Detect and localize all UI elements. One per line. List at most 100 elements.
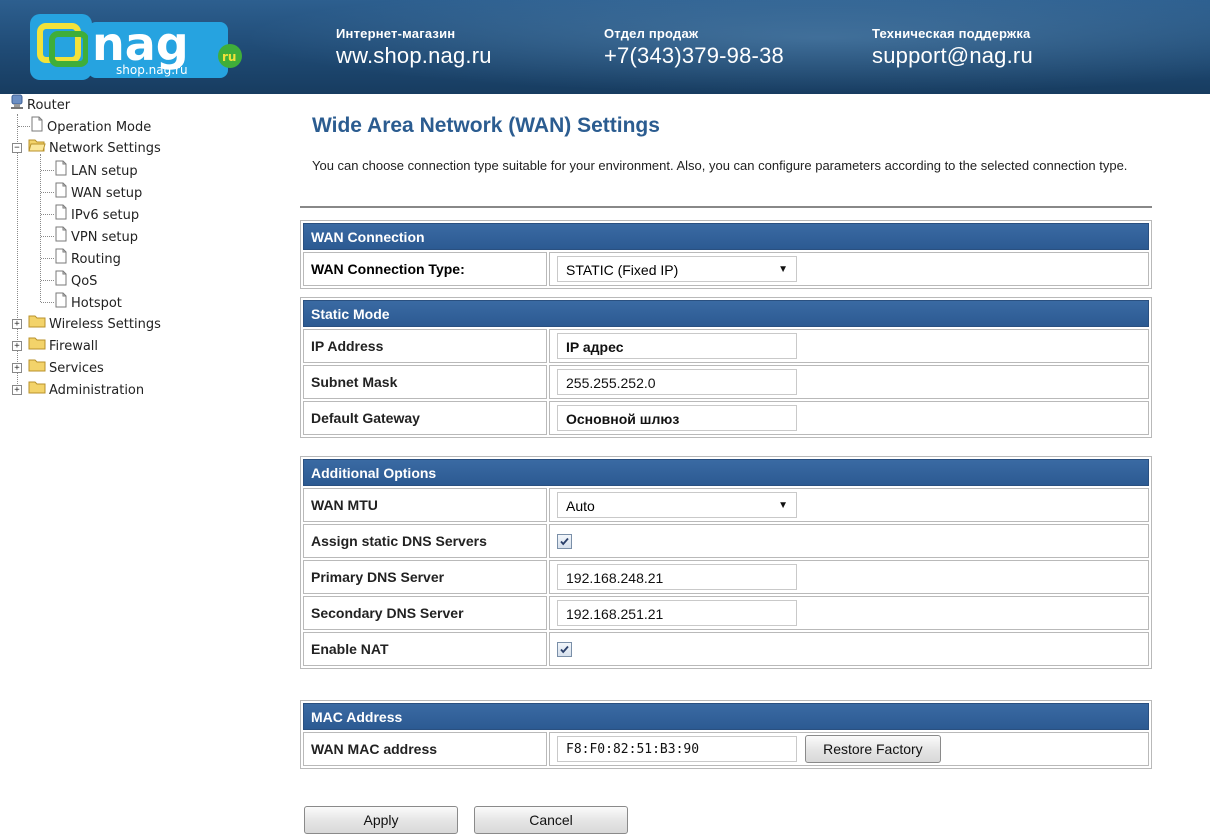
subnet-mask-label: Subnet Mask [303,365,547,399]
banner-shop: Интернет-магазин ww.shop.nag.ru [336,26,492,69]
wan-mtu-cell: Auto ▼ [549,488,1149,522]
enable-nat-label: Enable NAT [303,632,547,666]
tree-hline [18,126,30,127]
restore-factory-button[interactable]: Restore Factory [804,735,941,763]
assign-dns-cell [549,524,1149,558]
tree-expand-administration[interactable]: + [12,385,22,395]
banner-support-label: Техническая поддержка [872,26,1031,41]
tree-expand-services[interactable]: + [12,363,22,373]
select-value: STATIC (Fixed IP) [566,262,679,278]
tree-item-qos[interactable]: QoS [54,270,97,290]
folder-open-icon [28,138,46,159]
wan-connection-section: WAN Connection WAN Connection Type: STAT… [300,220,1152,289]
assign-dns-checkbox[interactable] [557,534,572,550]
wan-mac-cell: F8:F0:82:51:B3:90 Restore Factory [549,732,1149,766]
page-icon [30,116,44,139]
cancel-button[interactable]: Cancel [474,806,628,834]
tree-item-hotspot[interactable]: Hotspot [54,292,122,312]
additional-options-section: Additional Options WAN MTU Auto ▼ Assign… [300,456,1152,669]
tree-expand-firewall[interactable]: + [12,341,22,351]
tree-item-label: LAN setup [71,163,138,179]
secondary-dns-input[interactable]: 192.168.251.21 [557,600,797,626]
wan-connection-type-cell: STATIC (Fixed IP) ▼ [549,252,1149,286]
section-header: WAN Connection [303,223,1149,250]
tree-item-lan-setup[interactable]: LAN setup [54,160,138,180]
tree-hline [41,192,54,193]
tree-item-label: WAN setup [71,185,143,201]
folder-icon [28,336,46,357]
secondary-dns-label: Secondary DNS Server [303,596,547,630]
default-gateway-cell: Основной шлюз [549,401,1149,435]
tree-item-ipv6-setup[interactable]: IPv6 setup [54,204,139,224]
tree-hline [41,280,54,281]
default-gateway-label: Default Gateway [303,401,547,435]
tree-item-network-settings[interactable]: Network Settings [28,138,161,158]
tree-item-administration[interactable]: Administration [28,380,144,400]
apply-button[interactable]: Apply [304,806,458,834]
banner-shop-link[interactable]: ww.shop.nag.ru [336,43,492,69]
assign-dns-label: Assign static DNS Servers [303,524,547,558]
chevron-down-icon: ▼ [778,264,788,275]
tree-root-router[interactable]: Router [10,94,70,114]
section-header: MAC Address [303,703,1149,730]
nag-logo-graphic: nag shop.nag.ru ru [30,14,242,80]
section-header: Additional Options [303,459,1149,486]
page-description: You can choose connection type suitable … [312,158,1128,173]
wan-connection-type-select[interactable]: STATIC (Fixed IP) ▼ [557,256,797,282]
ip-address-input[interactable]: IP адрес [557,333,797,359]
tree-item-vpn-setup[interactable]: VPN setup [54,226,138,246]
tree-item-operation-mode[interactable]: Operation Mode [30,116,151,136]
tree-item-label: Firewall [49,338,99,354]
nag-logo: nag shop.nag.ru ru [28,12,248,84]
banner-support-email[interactable]: support@nag.ru [872,43,1033,69]
wan-mtu-select[interactable]: Auto ▼ [557,492,797,518]
tree-item-firewall[interactable]: Firewall [28,336,98,356]
section-header: Static Mode [303,300,1149,327]
wan-connection-type-label: WAN Connection Type: [303,252,547,286]
tree-item-label: QoS [71,273,98,289]
tree-item-label: VPN setup [71,229,138,245]
folder-icon [28,380,46,401]
banner-support: Техническая поддержка support@nag.ru [872,26,1033,69]
select-value: Auto [566,498,595,514]
tree-hline [41,214,54,215]
banner-sales: Отдел продаж +7(343)379-98-38 [604,26,784,69]
tree-hline [41,302,54,303]
enable-nat-cell [549,632,1149,666]
tree-hline [41,258,54,259]
tree-item-services[interactable]: Services [28,358,104,378]
tree-expand-wireless[interactable]: + [12,319,22,329]
page-icon [54,204,68,227]
secondary-dns-cell: 192.168.251.21 [549,596,1149,630]
default-gateway-input[interactable]: Основной шлюз [557,405,797,431]
page-icon [54,292,68,315]
page-icon [54,248,68,271]
wan-mac-label: WAN MAC address [303,732,547,766]
subnet-mask-input[interactable]: 255.255.252.0 [557,369,797,395]
primary-dns-input[interactable]: 192.168.248.21 [557,564,797,590]
tree-item-wan-setup[interactable]: WAN setup [54,182,142,202]
primary-dns-label: Primary DNS Server [303,560,547,594]
page-icon [54,182,68,205]
tree-item-routing[interactable]: Routing [54,248,121,268]
header-banner: nag shop.nag.ru ru Интернет-магазин ww.s… [0,0,1210,94]
tree-item-label: Services [49,360,104,376]
chevron-down-icon: ▼ [778,500,788,511]
tree-collapse-network[interactable]: − [12,143,22,153]
tree-item-label: Network Settings [49,140,161,156]
ip-address-cell: IP адрес [549,329,1149,363]
tree-item-label: Wireless Settings [49,316,161,332]
checkmark-icon [560,646,569,654]
primary-dns-cell: 192.168.248.21 [549,560,1149,594]
tree-item-label: IPv6 setup [71,207,140,223]
tree-hline [41,236,54,237]
static-mode-section: Static Mode IP Address IP адрес Subnet M… [300,297,1152,438]
logo-subtext: shop.nag.ru [116,63,188,77]
tree-item-wireless-settings[interactable]: Wireless Settings [28,314,161,334]
ip-address-label: IP Address [303,329,547,363]
page-icon [54,226,68,249]
enable-nat-checkbox[interactable] [557,642,572,658]
banner-shop-label: Интернет-магазин [336,26,456,41]
wan-mac-input[interactable]: F8:F0:82:51:B3:90 [557,736,797,762]
checkmark-icon [560,538,569,546]
